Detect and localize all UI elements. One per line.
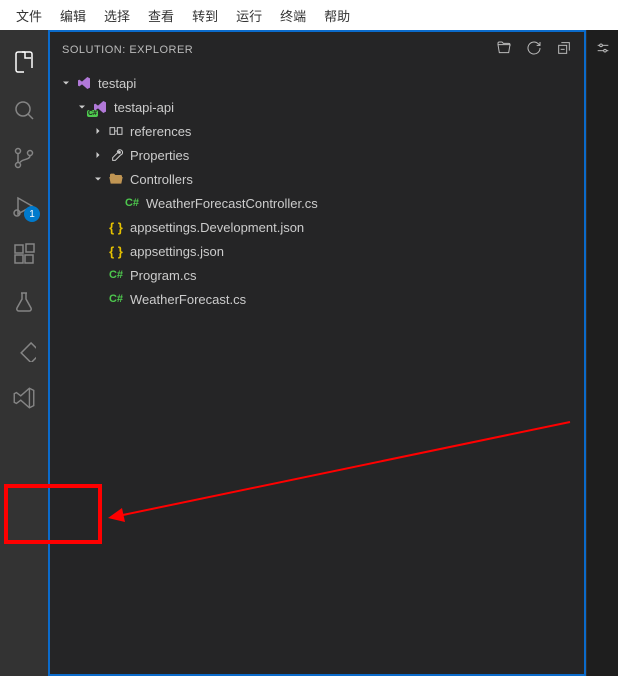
activity-testing[interactable] (0, 278, 48, 326)
tree-file-json[interactable]: { } appsettings.json (50, 239, 584, 263)
diamond-icon (12, 338, 36, 362)
extensions-icon (12, 242, 36, 266)
tree-label: testapi-api (114, 100, 174, 115)
menu-edit[interactable]: 编辑 (52, 2, 94, 29)
chevron-down-icon (58, 77, 74, 89)
tree-label: appsettings.json (130, 244, 224, 259)
tree-file-cs[interactable]: C# WeatherForecast.cs (50, 287, 584, 311)
tree-references[interactable]: references (50, 119, 584, 143)
tree-project[interactable]: C# testapi-api (50, 95, 584, 119)
menu-terminal[interactable]: 终端 (272, 2, 314, 29)
csharp-icon: C# (106, 269, 126, 281)
sidebar: SOLUTION: EXPLORER (48, 30, 586, 676)
activity-source-control[interactable] (0, 134, 48, 182)
tree-properties[interactable]: Properties (50, 143, 584, 167)
vs-solution-icon (11, 385, 37, 411)
files-icon (12, 50, 36, 74)
solution-icon (74, 75, 94, 91)
tree-root[interactable]: testapi (50, 71, 584, 95)
properties-icon (106, 147, 126, 163)
tree-file-cs[interactable]: C# WeatherForecastController.cs (50, 191, 584, 215)
csharp-icon: C# (122, 197, 142, 209)
search-icon (12, 98, 36, 122)
menu-goto[interactable]: 转到 (184, 2, 226, 29)
tree-folder-controllers[interactable]: Controllers (50, 167, 584, 191)
menu-view[interactable]: 查看 (140, 2, 182, 29)
sidebar-actions (496, 40, 572, 59)
json-icon: { } (106, 220, 126, 235)
activity-extensions[interactable] (0, 230, 48, 278)
chevron-right-icon (90, 125, 106, 137)
flask-icon (12, 290, 36, 314)
tree: testapi C# testapi-api (50, 67, 584, 674)
activity-git-graph[interactable] (0, 326, 48, 374)
folder-open-icon (106, 171, 126, 187)
menu-run[interactable]: 运行 (228, 2, 270, 29)
references-icon (106, 123, 126, 139)
tree-file-json[interactable]: { } appsettings.Development.json (50, 215, 584, 239)
tree-label: references (130, 124, 191, 139)
csproj-icon: C# (90, 99, 110, 115)
collapse-all-icon[interactable] (556, 40, 572, 59)
menubar: 文件 编辑 选择 查看 转到 运行 终端 帮助 (0, 0, 618, 30)
settings-icon[interactable] (595, 40, 611, 59)
tree-label: WeatherForecastController.cs (146, 196, 318, 211)
debug-badge: 1 (24, 206, 40, 222)
menu-help[interactable]: 帮助 (316, 2, 358, 29)
tree-label: Properties (130, 148, 189, 163)
branch-icon (12, 146, 36, 170)
csharp-icon: C# (106, 293, 126, 305)
chevron-right-icon (90, 149, 106, 161)
activity-solution[interactable] (0, 374, 48, 422)
tree-file-cs[interactable]: C# Program.cs (50, 263, 584, 287)
editor-strip (586, 30, 618, 676)
menu-file[interactable]: 文件 (8, 2, 50, 29)
json-icon: { } (106, 244, 126, 259)
chevron-down-icon (90, 173, 106, 185)
activity-bar: 1 (0, 30, 48, 676)
tree-label: testapi (98, 76, 136, 91)
main-area: 1 SOLUTION: EXPLORER (0, 30, 618, 676)
tree-label: Controllers (130, 172, 193, 187)
refresh-icon[interactable] (526, 40, 542, 59)
activity-search[interactable] (0, 86, 48, 134)
menu-select[interactable]: 选择 (96, 2, 138, 29)
sidebar-title: SOLUTION: EXPLORER (62, 44, 193, 56)
tree-label: appsettings.Development.json (130, 220, 304, 235)
tree-label: Program.cs (130, 268, 196, 283)
activity-debug[interactable]: 1 (0, 182, 48, 230)
activity-explorer[interactable] (0, 38, 48, 86)
sidebar-header: SOLUTION: EXPLORER (50, 32, 584, 67)
open-folder-icon[interactable] (496, 40, 512, 59)
tree-label: WeatherForecast.cs (130, 292, 246, 307)
